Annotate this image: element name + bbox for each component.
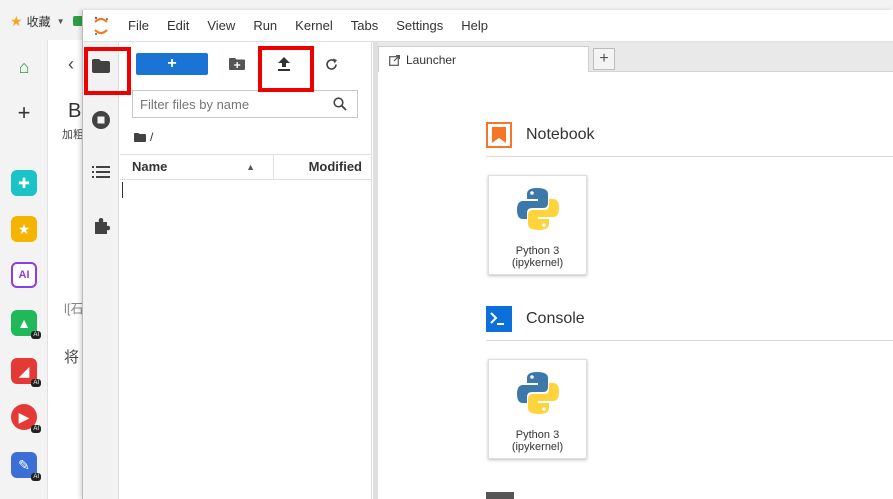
notebook-section-header: Notebook — [486, 122, 595, 148]
browser-sidebar: ⌂ + ✚ ★ AI ▲ AI ◢ AI ▶ AI ✎ AI — [0, 40, 48, 499]
refresh-button[interactable] — [320, 53, 342, 75]
folder-icon — [134, 132, 146, 142]
new-folder-button[interactable] — [226, 53, 248, 75]
jupyterlab-window: File Edit View Run Kernel Tabs Settings … — [82, 10, 893, 499]
puzzle-icon — [95, 218, 110, 234]
file-list-header: Name ▲ Modified — [120, 154, 372, 180]
bookmarks-bar[interactable]: ★ 收藏 ▼ — [0, 10, 83, 32]
menu-edit[interactable]: Edit — [158, 10, 198, 42]
background-text-2: 将 — [64, 349, 80, 366]
favorites-star-icon[interactable]: ★ — [11, 216, 37, 242]
menu-bar: File Edit View Run Kernel Tabs Settings … — [83, 10, 893, 42]
file-filter-input[interactable] — [140, 96, 320, 112]
chevron-down-icon: ▼ — [56, 16, 65, 26]
star-icon: ★ — [10, 12, 23, 29]
new-tab-button[interactable]: + — [593, 48, 615, 70]
background-text-1: l[石 — [64, 301, 84, 316]
notebook-python3-card[interactable]: Python 3 (ipykernel) — [488, 175, 587, 275]
app-teal-icon[interactable]: ✚ — [11, 170, 37, 196]
menu-tabs[interactable]: Tabs — [342, 10, 387, 42]
kernel-spec: (ipykernel) — [511, 257, 564, 269]
new-folder-icon — [229, 58, 245, 70]
tab-launcher-label: Launcher — [406, 53, 457, 67]
ai-image-icon[interactable]: ▲ AI — [11, 310, 41, 339]
background-page: ‹ B 加粗 l[石 将 — [48, 40, 84, 499]
main-tab-bar: Launcher + — [378, 42, 893, 73]
python-logo-icon — [516, 188, 559, 230]
ai-write-icon[interactable]: ✎ AI — [11, 452, 41, 481]
running-sessions-tab[interactable] — [89, 108, 113, 132]
screen: ★ 收藏 ▼ ⌂ + ✚ ★ AI ▲ AI ◢ AI ▶ AI ✎ AI ‹ B 加粗… — [0, 0, 893, 499]
activity-bar — [83, 42, 119, 499]
sort-ascending-icon: ▲ — [246, 162, 255, 172]
notebook-section-title: Notebook — [526, 126, 595, 143]
notebook-icon — [486, 122, 512, 148]
notebook-kernel-label: Python 3 (ipykernel) — [489, 245, 586, 269]
extensions-tab[interactable] — [89, 214, 113, 238]
file-browser-toolbar: + — [120, 42, 372, 86]
table-of-contents-tab[interactable] — [89, 160, 113, 184]
back-arrow-icon[interactable]: ‹ — [68, 54, 74, 75]
jupyter-logo-icon — [83, 10, 119, 42]
file-filter-field[interactable] — [132, 90, 358, 118]
notebook-divider — [486, 156, 893, 157]
bookmark-folder-icon — [72, 16, 83, 26]
breadcrumb-root[interactable]: / — [150, 130, 153, 144]
text-cursor — [122, 182, 123, 198]
breadcrumb[interactable]: / — [134, 130, 153, 144]
file-browser-panel: + / Name — [120, 42, 372, 499]
console-section-title: Console — [526, 310, 585, 327]
bold-caption: 加粗 — [62, 129, 84, 141]
home-icon[interactable]: ⌂ — [11, 54, 37, 80]
refresh-icon — [325, 58, 337, 70]
modified-column-header[interactable]: Modified — [274, 154, 372, 180]
menu-file[interactable]: File — [119, 10, 158, 42]
console-section-header: Console — [486, 306, 585, 332]
console-python3-card[interactable]: Python 3 (ipykernel) — [488, 359, 587, 459]
kernel-name: Python 3 — [515, 429, 560, 441]
list-icon — [92, 166, 110, 178]
ai-video-icon[interactable]: ▶ AI — [11, 404, 41, 433]
bookmarks-label: 收藏 — [26, 14, 51, 29]
console-kernel-label: Python 3 (ipykernel) — [489, 429, 586, 453]
ai-assistant-icon[interactable]: AI — [11, 262, 37, 288]
launcher-tab-icon — [389, 54, 400, 66]
menu-settings[interactable]: Settings — [387, 10, 452, 42]
menu-view[interactable]: View — [198, 10, 244, 42]
add-icon[interactable]: + — [11, 100, 37, 126]
stop-circle-icon — [92, 111, 110, 129]
menu-run[interactable]: Run — [244, 10, 286, 42]
name-column-label: Name — [132, 159, 168, 174]
other-section-icon — [486, 492, 514, 499]
console-divider — [486, 340, 893, 341]
ai-pdf-icon[interactable]: ◢ AI — [11, 358, 41, 387]
menu-help[interactable]: Help — [452, 10, 497, 42]
highlight-file-browser — [84, 47, 131, 95]
launcher-panel: Notebook Python 3 (ipykernel) Console Py… — [378, 72, 893, 499]
python-logo-icon — [516, 372, 559, 414]
tab-launcher[interactable]: Launcher — [378, 46, 589, 73]
new-launcher-button[interactable]: + — [136, 53, 208, 75]
kernel-name: Python 3 — [515, 245, 560, 257]
bold-button-label: B — [68, 100, 82, 122]
search-icon — [333, 97, 347, 111]
console-icon — [486, 306, 512, 332]
kernel-spec: (ipykernel) — [511, 441, 564, 453]
name-column-header[interactable]: Name ▲ — [120, 154, 274, 180]
highlight-upload — [258, 46, 314, 92]
menu-kernel[interactable]: Kernel — [286, 10, 342, 42]
